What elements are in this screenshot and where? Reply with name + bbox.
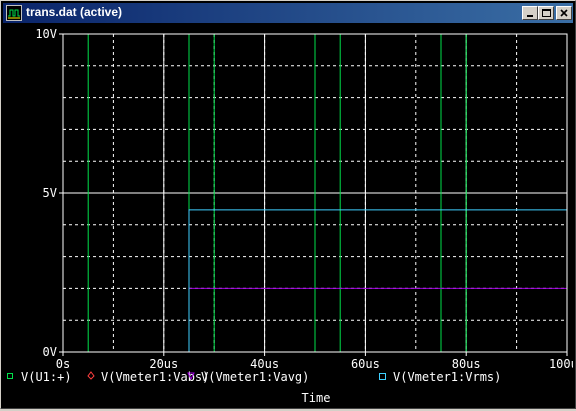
legend-marker-diamond-icon xyxy=(87,371,95,380)
plot-area[interactable]: 0s20us40us60us80us100us0V5V10V V(U1:+)V(… xyxy=(3,25,576,406)
x-tick-label: 100us xyxy=(549,357,573,371)
x-tick-label: 0s xyxy=(56,357,70,371)
legend-item-v-vmeter1-vrms[interactable]: V(Vmeter1:Vrms) xyxy=(379,370,502,384)
x-axis-label: Time xyxy=(302,391,331,405)
legend-marker-square-icon xyxy=(7,373,13,379)
legend-item-v-vmeter1-vabs[interactable]: V(Vmeter1:Vabs) xyxy=(87,370,209,384)
probe-app-icon[interactable] xyxy=(6,5,22,21)
waveform-chart[interactable]: 0s20us40us60us80us100us0V5V10V V(U1:+)V(… xyxy=(3,25,576,406)
maximize-icon xyxy=(542,9,551,17)
title-bar[interactable]: trans.dat (active) xyxy=(3,3,573,23)
x-tick-label: 60us xyxy=(351,357,380,371)
y-tick-label: 0V xyxy=(43,345,57,359)
legend-label: V(Vmeter1:Vabs) xyxy=(101,370,209,384)
legend[interactable]: V(U1:+) V(Vmeter1:Vabs)V(Vmeter1:Vavg) V(V… xyxy=(7,370,502,384)
axis-layer: 0s 20us 40us 60us 80us 100us 0V 5V 10V xyxy=(35,27,576,371)
minimize-button[interactable] xyxy=(522,6,538,20)
legend-label: V(U1:+) xyxy=(21,370,72,384)
close-button[interactable] xyxy=(556,6,572,20)
legend-label: V(Vmeter1:Vrms) xyxy=(393,370,501,384)
y-tick-label: 5V xyxy=(43,186,57,200)
x-tick-label: 40us xyxy=(250,357,279,371)
minimize-icon xyxy=(527,15,533,17)
x-tick-label: 20us xyxy=(149,357,178,371)
legend-item-v-u1[interactable]: V(U1:+) xyxy=(7,370,72,384)
maximize-button[interactable] xyxy=(538,6,554,20)
legend-item-v-vmeter1-vavg[interactable]: V(Vmeter1:Vavg) xyxy=(187,370,309,384)
window-title: trans.dat (active) xyxy=(26,5,123,19)
legend-label: V(Vmeter1:Vavg) xyxy=(201,370,309,384)
plot-window: trans.dat (active) 0s 20us 40us 60us 80us 100… xyxy=(0,0,576,409)
legend-marker-open-square-icon xyxy=(379,373,386,380)
y-tick-label: 10V xyxy=(35,27,57,41)
x-tick-label: 80us xyxy=(452,357,481,371)
close-icon xyxy=(560,9,568,17)
